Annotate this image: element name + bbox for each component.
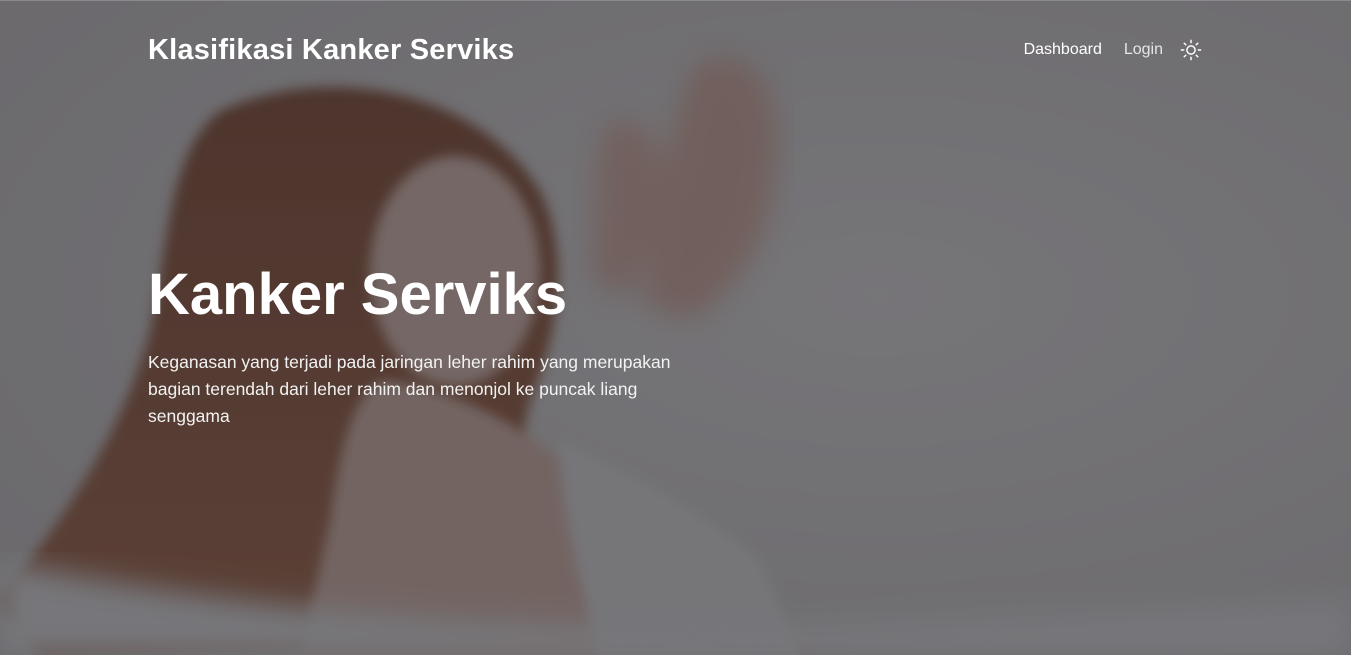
nav-link-login[interactable]: Login [1124,41,1163,59]
page: Klasifikasi Kanker Serviks Dashboard Log… [0,0,1351,655]
hero-content: Kanker Serviks Keganasan yang terjadi pa… [148,263,708,430]
hero-description: Keganasan yang terjadi pada jaringan leh… [148,351,671,426]
nav-link-dashboard[interactable]: Dashboard [1024,41,1102,59]
navbar: Klasifikasi Kanker Serviks Dashboard Log… [148,1,1203,99]
hero-title: Kanker Serviks [148,262,568,327]
nav-links: Dashboard Login [1024,38,1203,62]
brand-title[interactable]: Klasifikasi Kanker Serviks [148,34,514,67]
theme-toggle-button[interactable] [1179,38,1203,62]
sun-icon [1180,39,1202,61]
